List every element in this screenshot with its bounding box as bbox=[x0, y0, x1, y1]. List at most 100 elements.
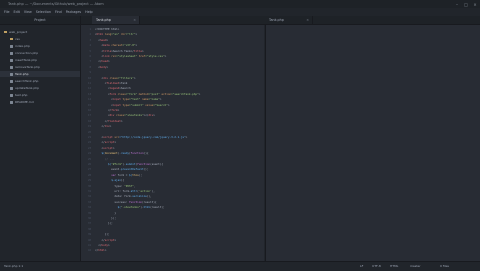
code-line: }); bbox=[95, 216, 116, 220]
line-number: 4 bbox=[89, 44, 91, 48]
tree-item[interactable]: test.php bbox=[0, 92, 80, 98]
code-token: class bbox=[116, 91, 126, 96]
code-token: (), bbox=[146, 194, 152, 199]
menu-view[interactable]: View bbox=[24, 10, 32, 14]
code-token: > bbox=[106, 64, 108, 69]
line-number: 26 bbox=[87, 163, 91, 166]
code-token: ="searchTank.php" bbox=[171, 91, 199, 96]
code-token: type bbox=[120, 102, 129, 107]
code-line: </div> bbox=[95, 124, 111, 128]
menu-help[interactable]: Help bbox=[85, 10, 93, 14]
code-token: < bbox=[95, 102, 113, 107]
code-token: </ bbox=[95, 118, 108, 123]
menu-selection[interactable]: Selection bbox=[36, 10, 51, 14]
status-line-ending[interactable]: LF bbox=[360, 264, 363, 268]
tree-item-label: updateTank.php bbox=[15, 86, 40, 90]
maximize-button[interactable]: □ bbox=[463, 2, 469, 7]
tab-project[interactable]: Project bbox=[0, 16, 81, 24]
code-token: fieldset bbox=[107, 118, 121, 123]
status-file-position[interactable]: Tank.php 1:1 bbox=[4, 264, 23, 268]
atom-editor-window: Tank.php — ~/Documents/Github/web_projec… bbox=[0, 0, 480, 271]
tree-item-label: web_project bbox=[9, 30, 28, 34]
code-token: , bbox=[133, 183, 136, 188]
menu-file[interactable]: File bbox=[4, 10, 10, 14]
code-token: > bbox=[167, 102, 170, 107]
tree-item[interactable]: searchTank.php bbox=[0, 78, 80, 84]
code-token: document bbox=[104, 151, 118, 156]
status-files[interactable]: 0 files bbox=[440, 264, 449, 268]
code-line: <script src="http://code.jquery.com/jque… bbox=[95, 135, 187, 139]
code-token: ({ bbox=[120, 178, 125, 183]
folder-icon bbox=[10, 37, 13, 41]
line-number: 39 bbox=[87, 233, 91, 237]
code-line: // ... bbox=[95, 156, 115, 161]
code-token: legend bbox=[109, 86, 120, 91]
tree-item[interactable]: Tank.php bbox=[0, 71, 80, 77]
code-token: url: form. bbox=[95, 189, 131, 193]
code-token: > bbox=[106, 37, 108, 42]
tab-tank-php-right-pane[interactable]: Tank.php × bbox=[265, 16, 313, 24]
status-grammar[interactable]: HTML bbox=[390, 264, 398, 268]
tree-item[interactable]: updateTank.php bbox=[0, 85, 80, 91]
tree-item[interactable]: web_project bbox=[0, 29, 80, 35]
tab-tank-php[interactable]: Tank.php × bbox=[92, 16, 140, 24]
code-token: method bbox=[137, 91, 149, 96]
tree-item-label: css bbox=[15, 37, 20, 41]
code-token: ="stylesheet" bbox=[116, 54, 138, 58]
line-number: 1 bbox=[89, 28, 91, 31]
line-number: 8 bbox=[89, 65, 91, 69]
line-number: 3 bbox=[89, 38, 91, 42]
file-icon bbox=[10, 79, 13, 83]
code-line: <legend>Search bbox=[95, 86, 131, 90]
code-token: // ... bbox=[104, 156, 115, 161]
code-line: </html> bbox=[95, 248, 106, 252]
code-token: ".showTanks" bbox=[120, 205, 141, 210]
line-number: 27 bbox=[87, 168, 91, 172]
code-token: (){ bbox=[143, 151, 149, 156]
line-number: 22 bbox=[87, 141, 91, 145]
menu-edit[interactable]: Edit bbox=[14, 10, 20, 14]
line-number: 42 bbox=[87, 249, 91, 253]
code-token: > bbox=[159, 97, 162, 102]
status-encoding[interactable]: UTF-8 bbox=[372, 264, 381, 268]
code-token: data: form. bbox=[95, 194, 133, 199]
code-token: ="text" bbox=[129, 97, 141, 102]
code-editor-pane[interactable]: <!DOCTYPE html> <html lang="en" dir="ltr"… bbox=[92, 25, 264, 261]
code-line: }); bbox=[95, 232, 110, 236]
code-line: type: "POST", bbox=[95, 184, 135, 188]
code-line: </script> bbox=[95, 140, 116, 144]
tab-close-icon[interactable]: × bbox=[133, 18, 136, 22]
window-controls: – □ × bbox=[454, 0, 478, 8]
right-editor-pane[interactable] bbox=[265, 25, 480, 261]
tab-bar: Project Tank.php × Tank.php × bbox=[0, 16, 480, 25]
tree-item[interactable]: removeTank.php bbox=[0, 64, 80, 70]
code-token: input bbox=[112, 97, 121, 102]
line-number: 41 bbox=[87, 244, 91, 247]
line-number: 14 bbox=[87, 98, 91, 102]
minimize-button[interactable]: – bbox=[454, 2, 460, 7]
code-line: success: function(result){ bbox=[95, 199, 156, 204]
line-number: 17 bbox=[87, 114, 91, 118]
code-token: "#form" bbox=[111, 162, 123, 166]
tree-item[interactable]: connection.php bbox=[0, 50, 80, 56]
code-token: > bbox=[107, 59, 110, 64]
tree-item[interactable]: index.php bbox=[0, 43, 80, 49]
tree-item[interactable]: README.md bbox=[0, 99, 80, 105]
menu-find[interactable]: Find bbox=[55, 10, 62, 14]
code-line: <body> bbox=[95, 65, 108, 69]
tab-close-icon[interactable]: × bbox=[306, 18, 309, 22]
close-button[interactable]: × bbox=[472, 2, 478, 7]
status-git-branch[interactable]: master bbox=[410, 264, 421, 268]
tab-tank-php-label: Tank.php bbox=[96, 18, 111, 22]
tree-item[interactable]: insertTank.php bbox=[0, 57, 80, 63]
code-token: </ bbox=[95, 124, 105, 129]
menu-packages[interactable]: Packages bbox=[66, 10, 81, 14]
tree-item[interactable]: css bbox=[0, 36, 80, 42]
line-number: 16 bbox=[87, 109, 91, 112]
code-token: function bbox=[128, 199, 142, 204]
code-line: }); bbox=[95, 221, 113, 225]
line-number: 11 bbox=[87, 82, 91, 85]
code-token: value bbox=[143, 102, 154, 107]
code-token: form = bbox=[116, 172, 129, 177]
